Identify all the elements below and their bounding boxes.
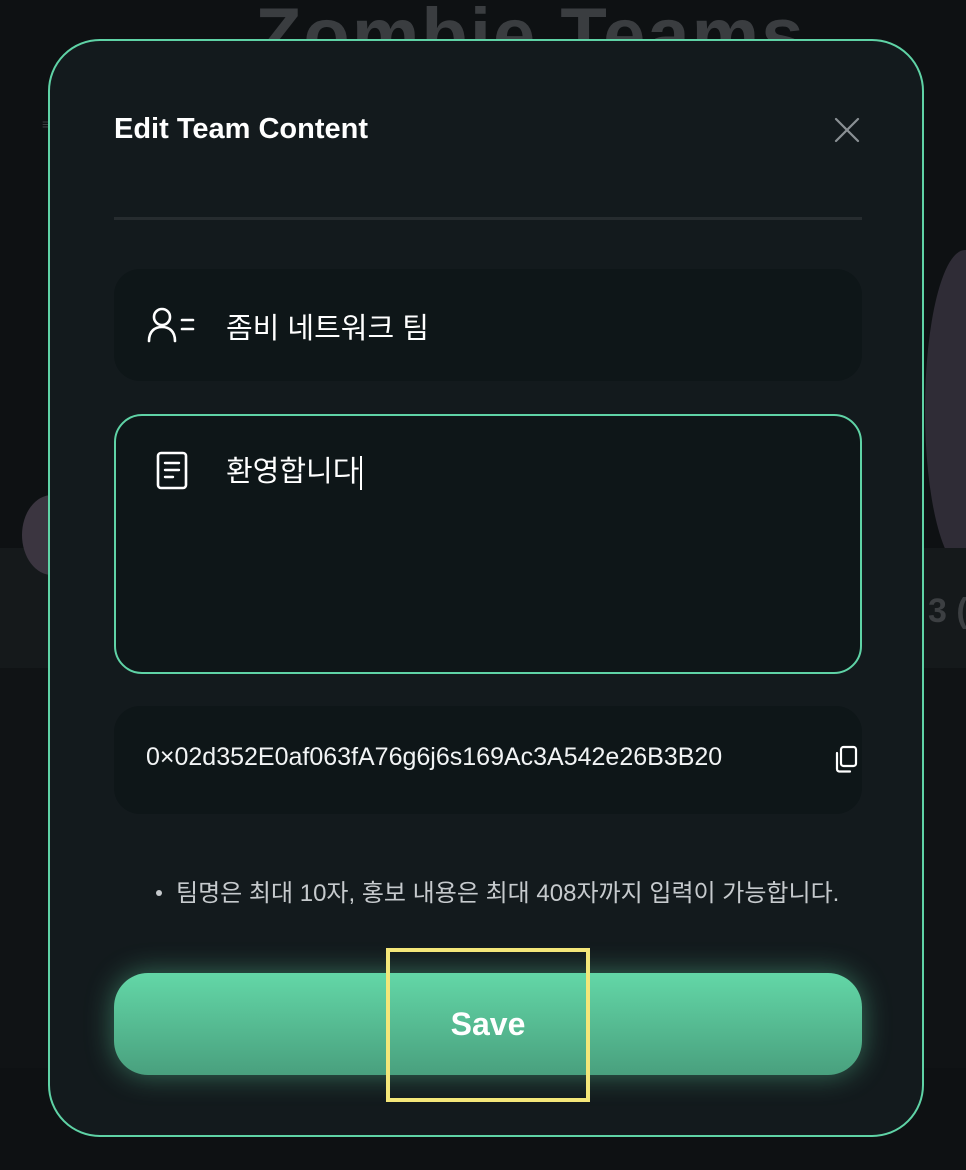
bullet-point — [156, 889, 162, 896]
team-description-textarea[interactable]: 환영합니다 — [114, 414, 862, 674]
edit-team-modal: Edit Team Content 좀비 네트워크 팀 환영합니다 0×02d3… — [48, 39, 924, 1137]
background-stat-fragment: 3 (0 — [928, 592, 966, 630]
note-text: 팀명은 최대 10자, 홍보 내용은 최대 408자까지 입력이 가능합니다. — [176, 880, 840, 907]
team-name-value: 좀비 네트워크 팀 — [226, 313, 429, 345]
team-name-input[interactable]: 좀비 네트워크 팀 — [114, 269, 862, 381]
text-caret — [360, 456, 363, 491]
background-avatar-right — [925, 250, 966, 570]
wallet-address-value: 0×02d352E0af063fA76g6j6s169Ac3A542e26B3B… — [146, 743, 723, 771]
copy-icon — [835, 745, 858, 773]
close-icon — [834, 117, 860, 143]
document-icon — [154, 450, 204, 490]
save-button-label: Save — [450, 1005, 526, 1042]
wallet-address-field: 0×02d352E0af063fA76g6j6s169Ac3A542e26B3B… — [114, 706, 862, 814]
input-limit-note: 팀명은 최대 10자, 홍보 내용은 최대 408자까지 입력이 가능합니다. — [156, 873, 839, 908]
copy-address-button[interactable] — [832, 744, 860, 774]
user-list-icon — [146, 305, 196, 345]
close-button[interactable] — [830, 113, 864, 147]
team-description-value: 환영합니다 — [226, 448, 363, 491]
title-divider — [114, 217, 862, 220]
save-button[interactable]: Save — [114, 973, 862, 1075]
description-text: 환영합니다 — [226, 456, 360, 488]
modal-title: Edit Team Content — [114, 113, 369, 145]
